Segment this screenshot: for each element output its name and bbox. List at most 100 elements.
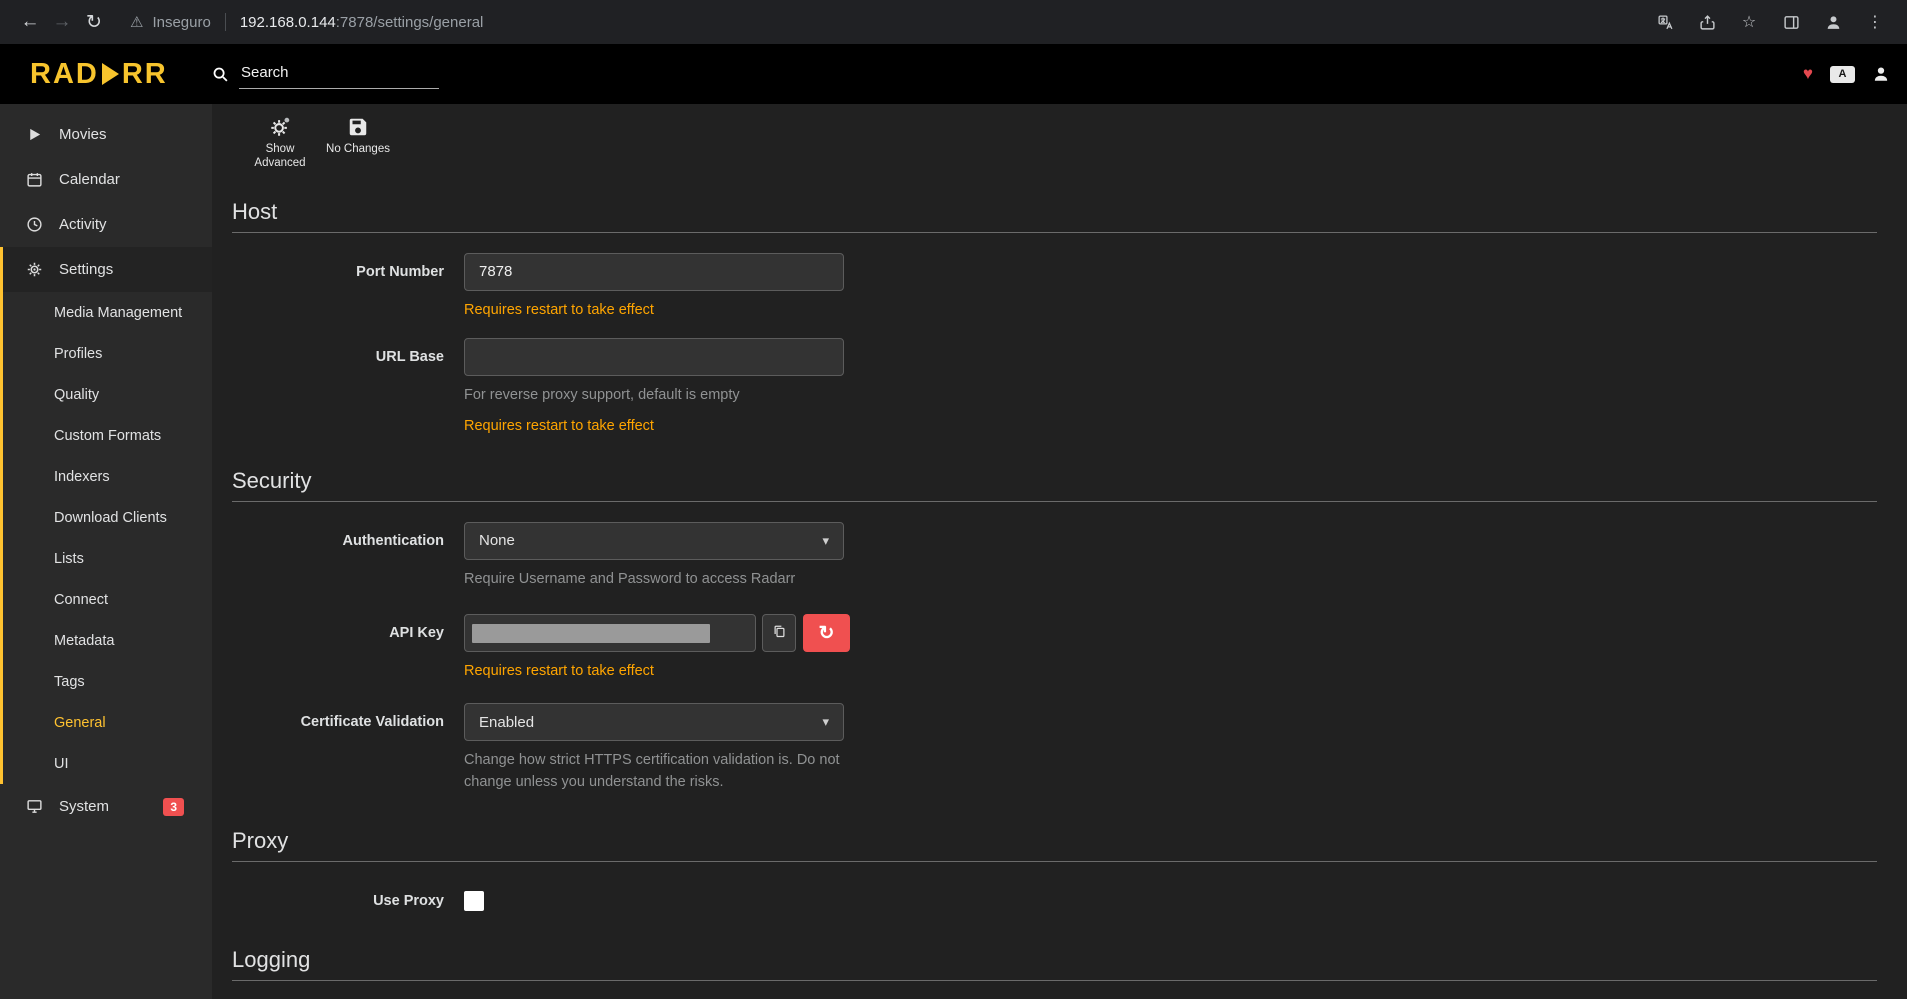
- authentication-select[interactable]: None ▾: [464, 522, 844, 560]
- certificate-validation-select[interactable]: Enabled ▾: [464, 703, 844, 741]
- advanced-settings-icon: [269, 116, 291, 138]
- url-text: 192.168.0.144:7878/settings/general: [240, 14, 484, 31]
- section-title-security: Security: [232, 468, 1877, 502]
- sidebar-item-system[interactable]: System 3: [0, 784, 212, 829]
- gear-icon: [25, 261, 44, 278]
- chevron-down-icon: ▾: [822, 533, 829, 549]
- sidebar-item-ui[interactable]: UI: [3, 743, 212, 784]
- logo-text-left: RAD: [30, 60, 99, 89]
- sidebar-item-label: System: [59, 798, 109, 815]
- user-icon[interactable]: [1872, 65, 1890, 83]
- address-separator: [225, 13, 226, 31]
- side-panel-icon[interactable]: [1781, 12, 1801, 32]
- sidebar-item-label: Calendar: [59, 171, 120, 188]
- use-proxy-checkbox[interactable]: [464, 891, 484, 911]
- search-icon: [212, 66, 229, 83]
- sidebar: Movies Calendar Activity Sett: [0, 104, 212, 999]
- authentication-value: None: [479, 532, 515, 549]
- use-proxy-control: [464, 882, 484, 911]
- calendar-icon: [25, 171, 44, 188]
- donate-heart-icon[interactable]: ♥: [1803, 64, 1813, 84]
- url-path: :7878/settings/general: [336, 14, 484, 31]
- sidebar-item-download-clients[interactable]: Download Clients: [3, 497, 212, 538]
- use-proxy-label: Use Proxy: [232, 882, 464, 911]
- browser-translate-icon[interactable]: [1655, 12, 1675, 32]
- show-advanced-button[interactable]: Show Advanced: [248, 116, 312, 171]
- sidebar-item-settings[interactable]: Settings: [3, 247, 212, 292]
- sidebar-item-connect[interactable]: Connect: [3, 579, 212, 620]
- form-row-port-number: Port Number Requires restart to take eff…: [232, 253, 1877, 318]
- menu-dots-icon[interactable]: ⋮: [1865, 12, 1885, 32]
- screen: ← → ↻ ⚠ Inseguro 192.168.0.144:7878/sett…: [0, 0, 1907, 999]
- api-key-hidden-value: [472, 624, 710, 643]
- system-badge: 3: [163, 798, 184, 816]
- certificate-validation-value: Enabled: [479, 714, 534, 731]
- section-title-proxy: Proxy: [232, 828, 1877, 862]
- section-title-host: Host: [232, 199, 1877, 233]
- api-key-label: API Key: [232, 614, 464, 679]
- copy-api-key-button[interactable]: [762, 614, 796, 652]
- profile-avatar-icon[interactable]: [1823, 12, 1843, 32]
- authentication-help: Require Username and Password to access …: [464, 569, 844, 591]
- certificate-validation-help: Change how strict HTTPS certification va…: [464, 750, 864, 794]
- api-key-control: ↻ Requires restart to take effect: [464, 614, 850, 679]
- back-icon[interactable]: ←: [14, 11, 46, 33]
- logo-text-right: RR: [122, 60, 168, 89]
- authentication-label: Authentication: [232, 522, 464, 591]
- form-row-authentication: Authentication None ▾ Require Username a…: [232, 522, 1877, 591]
- reload-icon[interactable]: ↻: [78, 11, 110, 34]
- url-base-input[interactable]: [464, 338, 844, 376]
- app-header: RAD RR ♥ A: [0, 44, 1907, 104]
- url-host: 192.168.0.144: [240, 14, 336, 31]
- api-key-input[interactable]: [464, 614, 756, 652]
- play-triangle-icon: [102, 63, 119, 85]
- page-toolbar: Show Advanced No Changes: [232, 104, 1877, 173]
- sidebar-item-custom-formats[interactable]: Custom Formats: [3, 415, 212, 456]
- settings-general-page: Show Advanced No Changes Host Port Numbe…: [212, 104, 1907, 999]
- sidebar-item-label: Activity: [59, 216, 107, 233]
- url-base-control: For reverse proxy support, default is em…: [464, 338, 844, 434]
- sidebar-item-indexers[interactable]: Indexers: [3, 456, 212, 497]
- translate-icon[interactable]: A: [1830, 66, 1855, 83]
- sidebar-item-profiles[interactable]: Profiles: [3, 333, 212, 374]
- port-number-control: Requires restart to take effect: [464, 253, 844, 318]
- movies-icon: [25, 126, 44, 143]
- form-row-certificate-validation: Certificate Validation Enabled ▾ Change …: [232, 703, 1877, 794]
- bookmark-star-icon[interactable]: ☆: [1739, 12, 1759, 32]
- not-secure-warning-icon[interactable]: ⚠: [130, 13, 143, 31]
- no-changes-button[interactable]: No Changes: [326, 116, 390, 171]
- sidebar-item-label: Movies: [59, 126, 107, 143]
- sidebar-item-calendar[interactable]: Calendar: [0, 157, 212, 202]
- sidebar-item-quality[interactable]: Quality: [3, 374, 212, 415]
- no-changes-label: No Changes: [326, 142, 390, 156]
- security-label: Inseguro: [152, 14, 210, 31]
- certificate-validation-control: Enabled ▾ Change how strict HTTPS certif…: [464, 703, 864, 794]
- authentication-control: None ▾ Require Username and Password to …: [464, 522, 844, 591]
- sidebar-item-lists[interactable]: Lists: [3, 538, 212, 579]
- sync-icon: ↻: [819, 622, 835, 645]
- sidebar-item-tags[interactable]: Tags: [3, 661, 212, 702]
- clipboard-icon: [772, 624, 787, 642]
- sidebar-item-activity[interactable]: Activity: [0, 202, 212, 247]
- monitor-icon: [25, 798, 44, 815]
- regenerate-api-key-button[interactable]: ↻: [803, 614, 850, 652]
- show-advanced-label: Show Advanced: [248, 142, 312, 171]
- sidebar-item-metadata[interactable]: Metadata: [3, 620, 212, 661]
- sidebar-item-media-management[interactable]: Media Management: [3, 292, 212, 333]
- certificate-validation-label: Certificate Validation: [232, 703, 464, 794]
- section-title-logging: Logging: [232, 947, 1877, 981]
- radarr-logo[interactable]: RAD RR: [0, 60, 212, 89]
- sidebar-item-movies[interactable]: Movies: [0, 112, 212, 157]
- browser-actions: ☆ ⋮: [1655, 12, 1893, 32]
- port-number-input[interactable]: [464, 253, 844, 291]
- share-icon[interactable]: [1697, 12, 1717, 32]
- chevron-down-icon: ▾: [822, 714, 829, 730]
- address-bar[interactable]: ⚠ Inseguro 192.168.0.144:7878/settings/g…: [130, 13, 483, 31]
- forward-icon[interactable]: →: [46, 11, 78, 33]
- port-number-label: Port Number: [232, 253, 464, 318]
- search-input[interactable]: [239, 60, 439, 89]
- api-key-group: ↻: [464, 614, 850, 652]
- sidebar-item-general[interactable]: General: [3, 702, 212, 743]
- form-row-api-key: API Key ↻ Requires restart to tak: [232, 614, 1877, 679]
- sidebar-settings-group: Settings Media Management Profiles Quali…: [0, 247, 212, 784]
